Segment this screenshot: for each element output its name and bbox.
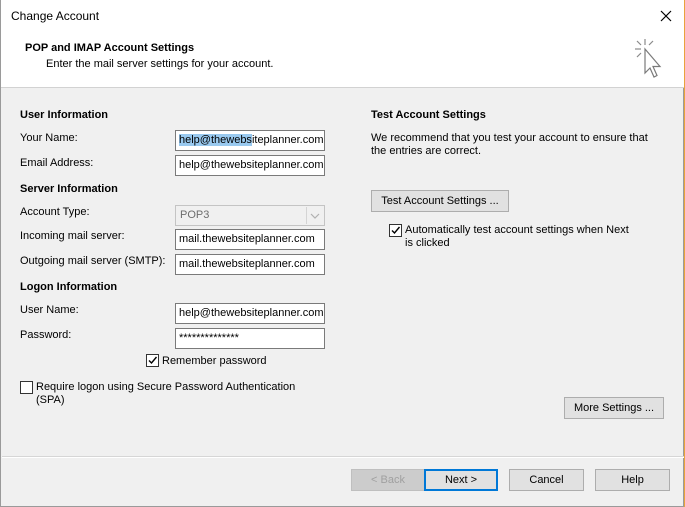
- auto-test-label: Automatically test account settings when…: [405, 224, 629, 250]
- your-name-rest-text: iteplanner.com: [251, 134, 324, 146]
- title-bar: Change Account: [1, 0, 684, 32]
- logon-information-heading: Logon Information: [20, 281, 118, 293]
- email-address-field[interactable]: help@thewebsiteplanner.com: [175, 155, 325, 176]
- close-icon: [660, 10, 672, 22]
- test-settings-heading: Test Account Settings: [371, 109, 486, 121]
- back-button[interactable]: < Back: [351, 469, 425, 491]
- chevron-down-icon: [306, 207, 323, 224]
- spa-checkbox[interactable]: [20, 381, 33, 394]
- auto-test-label-line2: is clicked: [405, 237, 450, 249]
- account-type-value: POP3: [180, 209, 210, 221]
- checkmark-icon: [148, 356, 158, 365]
- change-account-dialog: Change Account POP and IMAP Account Sett…: [0, 0, 684, 507]
- close-button[interactable]: [654, 4, 678, 28]
- dialog-header: POP and IMAP Account Settings Enter the …: [1, 32, 684, 88]
- spa-label: Require logon using Secure Password Auth…: [36, 381, 295, 407]
- remember-password-checkbox[interactable]: [146, 354, 159, 367]
- cancel-button[interactable]: Cancel: [509, 469, 584, 491]
- spa-label-line1: Require logon using Secure Password Auth…: [36, 381, 296, 393]
- your-name-selected-text: help@thewebs: [179, 134, 252, 146]
- user-name-label: User Name:: [20, 304, 79, 316]
- remember-password-label: Remember password: [162, 355, 267, 367]
- header-subtitle: Enter the mail server settings for your …: [46, 58, 274, 70]
- your-name-field[interactable]: help@thewebsiteplanner.com: [175, 130, 325, 151]
- auto-test-label-line1: Automatically test account settings when…: [405, 224, 629, 236]
- test-settings-description: We recommend that you test your account …: [371, 132, 648, 158]
- password-label: Password:: [20, 329, 72, 341]
- auto-test-checkbox[interactable]: [389, 224, 402, 237]
- checkmark-icon: [391, 226, 401, 235]
- footer-divider-highlight: [2, 457, 684, 458]
- email-address-label: Email Address:: [20, 157, 94, 169]
- your-name-label: Your Name:: [20, 132, 78, 144]
- next-button[interactable]: Next >: [424, 469, 498, 491]
- user-information-heading: User Information: [20, 109, 109, 121]
- help-button[interactable]: Help: [595, 469, 670, 491]
- header-title: POP and IMAP Account Settings: [25, 42, 195, 54]
- click-cursor-icon: [635, 39, 662, 78]
- incoming-server-label: Incoming mail server:: [20, 230, 125, 242]
- test-description-line2: the entries are correct.: [371, 145, 482, 157]
- password-field[interactable]: **************: [175, 328, 325, 349]
- outgoing-server-field[interactable]: mail.thewebsiteplanner.com: [175, 254, 325, 275]
- user-name-field[interactable]: help@thewebsiteplanner.com: [175, 303, 325, 324]
- more-settings-button[interactable]: More Settings ...: [564, 397, 664, 419]
- account-type-label: Account Type:: [20, 206, 90, 218]
- incoming-server-field[interactable]: mail.thewebsiteplanner.com: [175, 229, 325, 250]
- outgoing-server-label: Outgoing mail server (SMTP):: [20, 255, 166, 267]
- server-information-heading: Server Information: [20, 183, 118, 195]
- spa-label-line2: (SPA): [36, 394, 65, 406]
- test-account-settings-button[interactable]: Test Account Settings ...: [371, 190, 509, 212]
- account-type-select[interactable]: POP3: [175, 205, 325, 226]
- test-description-line1: We recommend that you test your account …: [371, 132, 648, 144]
- window-title: Change Account: [11, 9, 100, 23]
